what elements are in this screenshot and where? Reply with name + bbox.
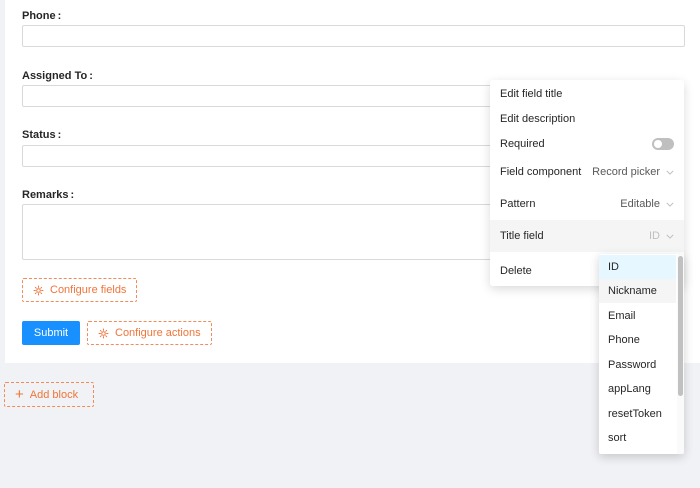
chevron-down-icon bbox=[666, 234, 674, 239]
dropdown-option-sort[interactable]: sort bbox=[599, 426, 676, 450]
gear-icon bbox=[33, 285, 44, 295]
phone-input[interactable] bbox=[22, 25, 685, 47]
dropdown-option-phone[interactable]: Phone bbox=[599, 328, 676, 352]
option-label: appLang bbox=[608, 383, 651, 395]
menu-item-pattern[interactable]: Pattern Editable bbox=[490, 192, 684, 216]
menu-item-label: Required bbox=[500, 138, 545, 150]
scrollbar-thumb[interactable] bbox=[678, 256, 683, 396]
title-field-text: ID bbox=[649, 230, 660, 242]
submit-button[interactable]: Submit bbox=[22, 321, 80, 345]
assigned-to-input[interactable] bbox=[22, 85, 502, 107]
field-label-status: Status: bbox=[22, 129, 62, 141]
dropdown-option-applang[interactable]: appLang bbox=[599, 377, 676, 401]
option-label: Nickname bbox=[608, 285, 657, 297]
configure-actions-label: Configure actions bbox=[115, 327, 201, 339]
configure-fields-button[interactable]: Configure fields bbox=[22, 278, 138, 302]
pattern-text: Editable bbox=[620, 198, 660, 210]
chevron-down-icon bbox=[666, 170, 674, 175]
add-block-label: Add block bbox=[29, 388, 79, 401]
menu-item-required[interactable]: Required bbox=[490, 132, 684, 156]
title-field-dropdown: ID Nickname Email Phone Password appLang… bbox=[599, 254, 684, 454]
plus-icon: + bbox=[15, 386, 24, 403]
menu-item-title-field[interactable]: Title field ID bbox=[490, 220, 684, 252]
pattern-value: Editable bbox=[620, 198, 674, 210]
gear-icon bbox=[98, 328, 109, 338]
required-toggle[interactable] bbox=[652, 138, 674, 150]
dropdown-option-id[interactable]: ID bbox=[599, 255, 676, 279]
dropdown-option-email[interactable]: Email bbox=[599, 304, 676, 328]
field-component-text: Record picker bbox=[592, 166, 660, 178]
title-field-value: ID bbox=[649, 230, 674, 242]
configure-actions-button[interactable]: Configure actions bbox=[87, 321, 212, 345]
field-label-assigned-to: Assigned To: bbox=[22, 70, 93, 82]
option-label: Password bbox=[608, 359, 657, 371]
menu-item-label: Field component bbox=[500, 166, 582, 178]
field-label-phone: Phone: bbox=[22, 10, 62, 22]
option-label: Phone bbox=[608, 334, 640, 346]
dropdown-scrollbar[interactable] bbox=[677, 254, 684, 454]
menu-item-edit-field-title[interactable]: Edit field title bbox=[490, 82, 684, 106]
menu-item-edit-description[interactable]: Edit description bbox=[490, 107, 684, 131]
option-label: resetToken bbox=[608, 408, 662, 420]
status-input[interactable] bbox=[22, 145, 502, 167]
menu-item-field-component[interactable]: Field component Record picker bbox=[490, 160, 684, 184]
field-label-remarks: Remarks: bbox=[22, 189, 75, 201]
menu-item-label: Edit field title bbox=[500, 88, 563, 100]
remarks-textarea[interactable] bbox=[22, 204, 502, 260]
dropdown-option-nickname[interactable]: Nickname bbox=[599, 279, 676, 303]
menu-item-label: Edit description bbox=[500, 113, 576, 125]
option-label: sort bbox=[608, 432, 627, 444]
dropdown-option-password[interactable]: Password bbox=[599, 353, 676, 377]
submit-label: Submit bbox=[33, 327, 69, 339]
field-component-value: Record picker bbox=[592, 166, 674, 178]
option-label: Email bbox=[608, 310, 636, 322]
configure-fields-label: Configure fields bbox=[50, 284, 127, 296]
menu-item-label: Title field bbox=[500, 230, 544, 242]
chevron-down-icon bbox=[666, 202, 674, 207]
menu-item-label: Delete bbox=[500, 265, 532, 277]
option-label: ID bbox=[608, 261, 619, 273]
menu-item-label: Pattern bbox=[500, 198, 536, 210]
add-block-button[interactable]: + Add block bbox=[4, 382, 94, 407]
dropdown-option-resettoken[interactable]: resetToken bbox=[599, 402, 676, 426]
